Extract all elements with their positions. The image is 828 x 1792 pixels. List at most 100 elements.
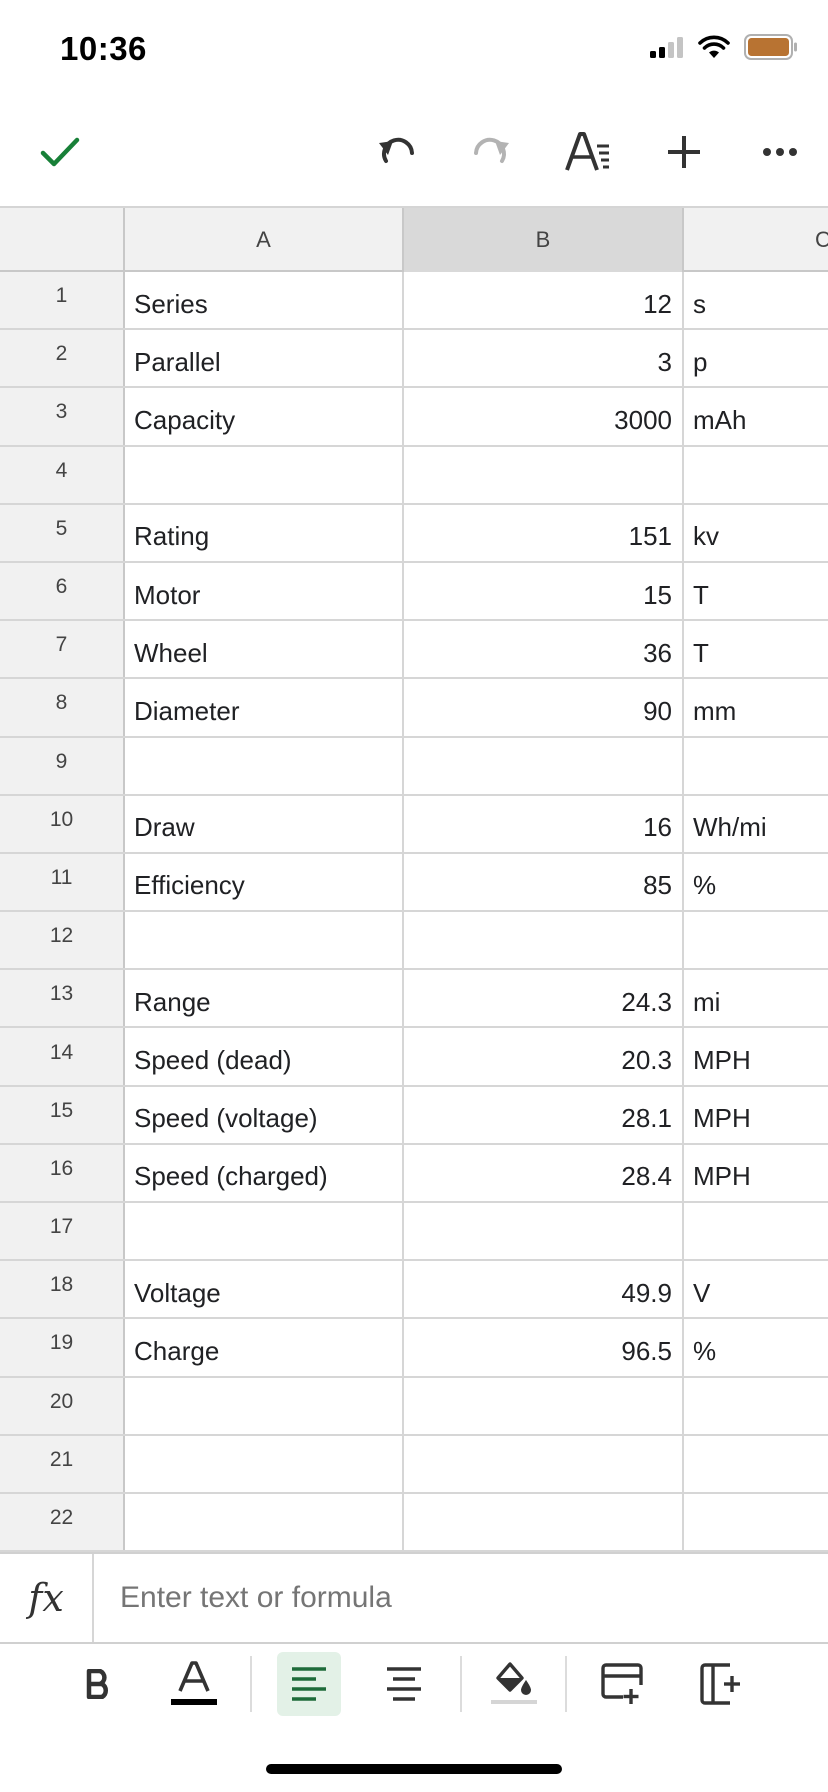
cell-b[interactable] [404,737,684,794]
fill-color-icon[interactable] [482,1652,546,1716]
row-header[interactable]: 15 [0,1086,125,1143]
row-header[interactable]: 8 [0,679,125,736]
row-header[interactable]: 21 [0,1435,125,1492]
cell-c[interactable]: mm [684,679,828,735]
cell-a[interactable]: Charge [125,1319,404,1376]
row-header[interactable]: 2 [0,330,125,387]
cell-a[interactable]: Speed (dead) [125,1028,404,1085]
cell-a[interactable]: Speed (charged) [125,1144,404,1201]
cell-a[interactable]: Efficiency [125,853,404,911]
column-header-a[interactable]: A [125,208,404,272]
cell-a[interactable]: Motor [125,562,404,620]
cell-a[interactable]: Parallel [125,330,404,387]
cell-a[interactable] [125,1493,404,1551]
undo-icon[interactable] [364,120,428,184]
cell-b[interactable]: 16 [404,795,684,852]
more-icon[interactable] [748,120,812,184]
cell-b[interactable]: 49.9 [404,1261,684,1318]
insert-column-icon[interactable] [689,1652,753,1716]
cell-b[interactable]: 151 [404,504,684,561]
cell-b[interactable]: 85 [404,853,684,911]
cell-b[interactable]: 36 [404,621,684,678]
cell-a[interactable]: Speed (voltage) [125,1086,404,1143]
cell-b[interactable] [404,1493,684,1551]
cell-c[interactable]: MPH [684,1087,828,1143]
row-header[interactable]: 6 [0,562,125,620]
cell-c[interactable]: MPH [684,1145,828,1201]
cell-b[interactable]: 28.1 [404,1086,684,1143]
cell-b[interactable]: 96.5 [404,1319,684,1376]
cell-b[interactable]: 28.4 [404,1144,684,1201]
cell-b[interactable] [404,1203,684,1260]
row-header[interactable]: 1 [0,272,125,329]
row-header[interactable]: 13 [0,970,125,1027]
row-header[interactable]: 7 [0,621,125,678]
row-header[interactable]: 12 [0,912,125,969]
row-header[interactable]: 19 [0,1319,125,1376]
cell-c[interactable] [684,447,828,503]
row-header[interactable]: 20 [0,1377,125,1434]
align-left-icon[interactable] [277,1652,341,1716]
cell-b[interactable]: 3 [404,330,684,387]
row-header[interactable]: 16 [0,1144,125,1201]
add-icon[interactable] [652,120,716,184]
cell-a[interactable] [125,1377,404,1434]
cell-c[interactable]: mAh [684,388,828,444]
cell-c[interactable]: MPH [684,1028,828,1084]
cell-b[interactable]: 3000 [404,388,684,445]
cell-a[interactable]: Draw [125,795,404,852]
cell-b[interactable]: 24.3 [404,970,684,1027]
column-header-c[interactable]: C [684,208,828,272]
cell-c[interactable]: p [684,330,828,386]
cell-a[interactable]: Series [125,272,404,329]
cell-c[interactable]: s [684,272,828,328]
spreadsheet-grid[interactable]: A B C 1 Series 12 s 2 Parallel 3 p 3 Capacity 3000… [0,206,828,1552]
cell-c[interactable] [684,912,828,968]
cell-c[interactable]: V [684,1261,828,1317]
text-format-icon[interactable] [556,120,620,184]
cell-c[interactable]: % [684,854,828,910]
cell-b[interactable]: 20.3 [404,1028,684,1085]
cell-c[interactable] [684,1203,828,1259]
cell-a[interactable] [125,737,404,794]
cell-c[interactable]: mi [684,970,828,1026]
cell-a[interactable]: Capacity [125,388,404,445]
cell-a[interactable]: Range [125,970,404,1027]
cell-c[interactable] [684,738,828,794]
row-header[interactable]: 4 [0,446,125,503]
row-header[interactable]: 5 [0,504,125,561]
cell-a[interactable] [125,1435,404,1492]
cell-c[interactable]: Wh/mi [684,796,828,852]
cell-c[interactable] [684,1436,828,1492]
cell-b[interactable] [404,446,684,503]
row-header[interactable]: 10 [0,795,125,852]
checkmark-icon[interactable] [28,120,92,184]
cell-a[interactable] [125,1203,404,1260]
cell-c[interactable]: % [684,1319,828,1375]
cell-a[interactable]: Wheel [125,621,404,678]
cell-b[interactable] [404,1435,684,1492]
cell-c[interactable]: kv [684,505,828,561]
column-header-b[interactable]: B [404,208,684,272]
cell-b[interactable]: 15 [404,562,684,620]
row-header[interactable]: 17 [0,1203,125,1260]
cell-c[interactable]: T [684,563,828,619]
fx-icon[interactable]: fx [0,1554,94,1642]
insert-row-icon[interactable] [590,1652,654,1716]
align-center-icon[interactable] [372,1652,436,1716]
cell-b[interactable] [404,912,684,969]
cell-b[interactable]: 12 [404,272,684,329]
cell-c[interactable]: T [684,621,828,677]
row-header[interactable]: 11 [0,853,125,911]
formula-input[interactable] [120,1576,800,1620]
cell-c[interactable] [684,1494,828,1550]
row-header[interactable]: 3 [0,388,125,445]
bold-icon[interactable] [67,1652,131,1716]
cell-a[interactable]: Diameter [125,679,404,736]
row-header[interactable]: 18 [0,1261,125,1318]
row-header[interactable]: 9 [0,737,125,794]
text-color-icon[interactable] [162,1652,226,1716]
select-all-corner[interactable] [0,208,125,272]
cell-a[interactable]: Voltage [125,1261,404,1318]
row-header[interactable]: 14 [0,1028,125,1085]
